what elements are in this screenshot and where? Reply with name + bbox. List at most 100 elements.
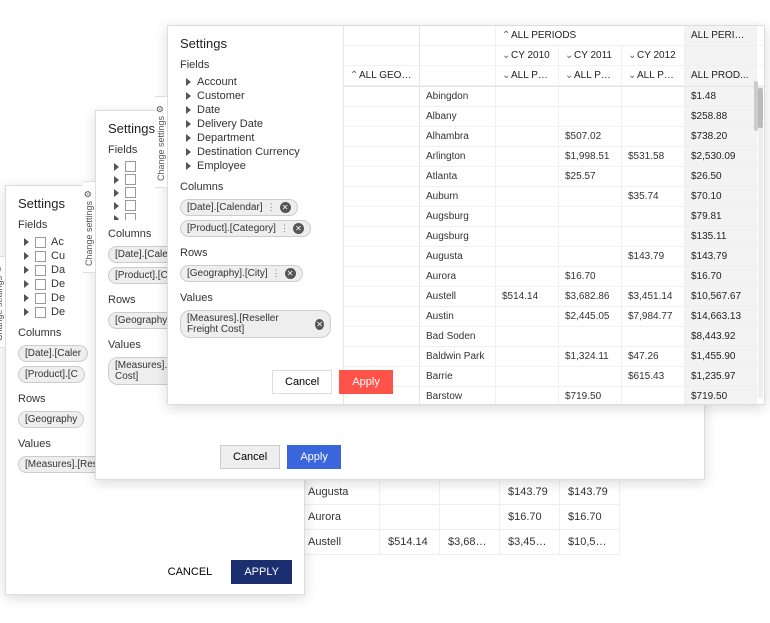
row-city: Augsburg xyxy=(420,207,496,226)
drag-icon[interactable]: ⋮ xyxy=(267,202,275,213)
cell: $143.79 xyxy=(500,480,560,504)
expand-icon[interactable] xyxy=(186,120,191,128)
expand-icon[interactable]: ⌄ xyxy=(628,70,635,81)
columns-label: Columns xyxy=(180,181,331,193)
cancel-button[interactable]: Cancel xyxy=(220,445,280,469)
chip-geography[interactable]: [Geography].[City]⋮✕ xyxy=(180,265,303,282)
gear-icon: ⚙ xyxy=(0,263,4,273)
rows-label: Rows xyxy=(180,247,331,259)
expand-icon[interactable]: ⌄ xyxy=(628,50,635,61)
field-item[interactable]: Customer xyxy=(180,89,331,103)
table-row: Austin$2,445.05$7,984.77$14,663.13 xyxy=(344,307,764,327)
close-icon[interactable]: ✕ xyxy=(293,223,304,234)
expand-icon[interactable] xyxy=(24,294,29,302)
cell: $3,451.14 xyxy=(622,287,685,306)
checkbox[interactable] xyxy=(125,161,136,172)
grid-scrollbar[interactable] xyxy=(758,86,763,398)
field-item[interactable]: Account xyxy=(180,75,331,89)
col-header-all-periods[interactable]: ⌃ALL PERIODS xyxy=(496,26,685,45)
table-row: Albany$258.88 xyxy=(344,107,764,127)
collapse-icon[interactable]: ⌃ xyxy=(350,70,357,81)
col-header-year[interactable]: ⌄CY 2012 xyxy=(622,46,685,65)
expand-icon[interactable] xyxy=(114,163,119,171)
chip-product[interactable]: [Product].[C xyxy=(18,366,85,383)
chip-date[interactable]: [Date].[Caler xyxy=(18,345,88,362)
expand-icon[interactable] xyxy=(24,280,29,288)
cell xyxy=(496,107,559,126)
checkbox[interactable] xyxy=(35,293,46,304)
corner-cell xyxy=(344,26,420,45)
expand-icon[interactable] xyxy=(114,189,119,197)
cell xyxy=(440,505,500,529)
change-settings-tab[interactable]: Change settings⚙ xyxy=(0,256,6,348)
change-settings-tab[interactable]: Change settings⚙ xyxy=(83,181,96,273)
field-item[interactable]: Delivery Date xyxy=(180,117,331,131)
row-header-all-geo[interactable]: ⌃ALL GEOGRA... xyxy=(344,66,420,85)
field-item[interactable]: Destination Currency xyxy=(180,145,331,159)
expand-icon[interactable] xyxy=(186,92,191,100)
apply-button[interactable]: Apply xyxy=(287,445,341,469)
collapse-icon[interactable]: ⌃ xyxy=(502,30,509,41)
close-icon[interactable]: ✕ xyxy=(315,319,324,330)
drag-icon[interactable]: ⋮ xyxy=(280,223,288,234)
apply-button[interactable]: APPLY xyxy=(231,560,292,584)
checkbox[interactable] xyxy=(35,265,46,276)
checkbox[interactable] xyxy=(125,213,136,220)
expand-icon[interactable] xyxy=(24,266,29,274)
expand-icon[interactable] xyxy=(186,162,191,170)
drag-icon[interactable]: ⋮ xyxy=(272,268,280,279)
expand-icon[interactable]: ⌄ xyxy=(565,50,572,61)
col-header-total: ALL PERIODS xyxy=(685,26,757,45)
close-icon[interactable]: ✕ xyxy=(285,268,296,279)
expand-icon[interactable] xyxy=(114,176,119,184)
col-header-product[interactable]: ⌄ALL PRO... xyxy=(559,66,622,85)
close-icon[interactable]: ✕ xyxy=(280,202,291,213)
chip-measure[interactable]: [Measures].[Reseller Freight Cost]✕ xyxy=(180,310,331,338)
col-header-product[interactable]: ⌄ALL PRO... xyxy=(622,66,685,85)
checkbox[interactable] xyxy=(35,251,46,262)
col-header-year[interactable]: ⌄CY 2010 xyxy=(496,46,559,65)
apply-button[interactable]: Apply xyxy=(339,370,393,394)
expand-icon[interactable] xyxy=(186,106,191,114)
chip-product[interactable]: [Product].[Category]⋮✕ xyxy=(180,220,311,237)
field-item[interactable]: Date xyxy=(180,103,331,117)
col-header-product[interactable]: ⌄ALL PRO... xyxy=(496,66,559,85)
checkbox[interactable] xyxy=(125,174,136,185)
checkbox[interactable] xyxy=(35,279,46,290)
expand-icon[interactable] xyxy=(24,308,29,316)
expand-icon[interactable]: ⌄ xyxy=(565,70,572,81)
col-header-year[interactable]: ⌄CY 2011 xyxy=(559,46,622,65)
table-row: Bad Soden$8,443.92 xyxy=(344,327,764,347)
chip-date[interactable]: [Date].[Calendar]⋮✕ xyxy=(180,199,298,216)
cell xyxy=(559,87,622,106)
cell-total: $8,443.92 xyxy=(685,327,757,346)
pivot-grid: ⌃ALL PERIODS ALL PERIODS ⌄CY 2010 ⌄CY 20… xyxy=(343,26,764,404)
expand-icon[interactable] xyxy=(24,238,29,246)
field-item[interactable]: Department xyxy=(180,131,331,145)
table-row: Barrie$615.43$1,235.97 xyxy=(344,367,764,387)
expand-icon[interactable] xyxy=(114,202,119,210)
cancel-button[interactable]: CANCEL xyxy=(156,561,225,583)
checkbox[interactable] xyxy=(125,200,136,211)
expand-icon[interactable] xyxy=(24,252,29,260)
expand-icon[interactable]: ⌄ xyxy=(502,70,509,81)
change-settings-tab[interactable]: Change settings⚙ xyxy=(155,96,168,188)
cell: $143.79 xyxy=(560,480,620,504)
chip-geography[interactable]: [Geography xyxy=(18,411,84,428)
expand-icon[interactable] xyxy=(186,134,191,142)
table-row: Augusta$143.79$143.79 xyxy=(344,247,764,267)
checkbox[interactable] xyxy=(35,307,46,318)
checkbox[interactable] xyxy=(125,187,136,198)
cell xyxy=(559,247,622,266)
checkbox[interactable] xyxy=(35,237,46,248)
expand-icon[interactable] xyxy=(186,78,191,86)
field-item[interactable]: Employee xyxy=(180,159,331,173)
row-city: Aurora xyxy=(300,505,380,529)
expand-icon[interactable] xyxy=(186,148,191,156)
cancel-button[interactable]: Cancel xyxy=(272,370,332,394)
expand-icon[interactable]: ⌄ xyxy=(502,50,509,61)
row-fixed xyxy=(344,307,420,326)
expand-icon[interactable] xyxy=(114,215,119,221)
cell xyxy=(622,87,685,106)
cell: $507.02 xyxy=(559,127,622,146)
